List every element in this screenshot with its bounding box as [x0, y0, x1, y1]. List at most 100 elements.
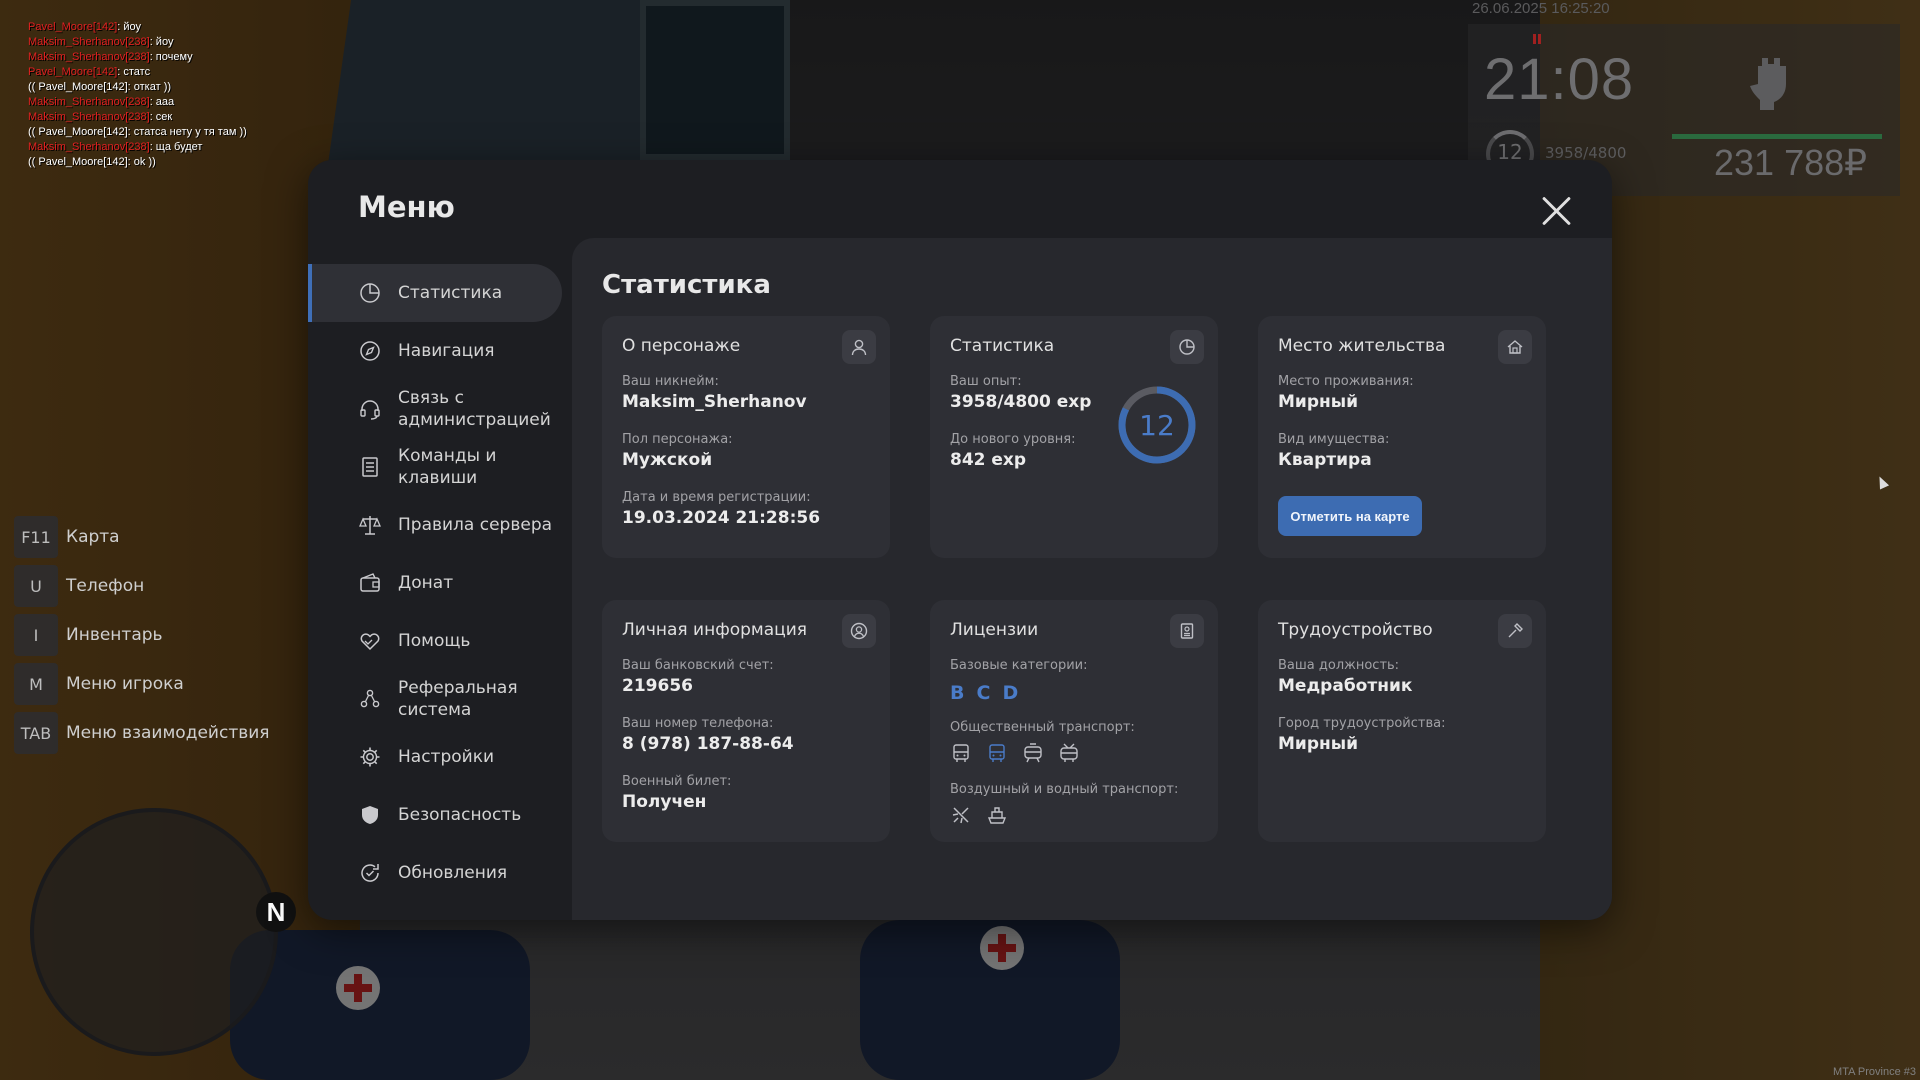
hud-datetime: 26.06.2025 16:25:20: [1472, 0, 1610, 17]
sidebar-item-label: Связь с администрацией: [398, 388, 551, 430]
chat-message: : йоу: [117, 21, 142, 33]
key-hints: F11 Карта U Телефон I Инвентарь M Меню игро…: [14, 516, 270, 761]
wallet-icon: [360, 573, 380, 592]
close-button[interactable]: [1540, 194, 1574, 228]
next-level-value: 842 exp: [950, 450, 1027, 470]
license-category: B: [950, 682, 965, 704]
key-cap: I: [14, 614, 58, 656]
card-stats: Статистика Ваш опыт: 3958/4800 exp До но…: [930, 316, 1218, 558]
job-city-value: Мирный: [1278, 734, 1359, 754]
chat-log: Pavel_Moore[142]: йоу Maksim_Sherhanov[23…: [28, 20, 247, 170]
compass-icon: [360, 341, 380, 361]
residence-value: Мирный: [1278, 392, 1359, 412]
key-label: Телефон: [66, 576, 145, 596]
chat-line: (( Pavel_Moore[142]: статса нету у тя та…: [28, 125, 247, 140]
heart-hands-icon: [360, 633, 380, 651]
card-residence: Место жительства Место проживания: Мирны…: [1258, 316, 1546, 558]
sidebar-item[interactable]: Связь с администрацией: [308, 380, 572, 438]
health-bar: [1672, 134, 1882, 139]
chat-message: : ща будет: [149, 141, 203, 153]
nick-label: Ваш никнейм:: [622, 374, 719, 389]
mark-on-map-button[interactable]: Отметить на карте: [1278, 496, 1422, 536]
job-city-label: Город трудоустройства:: [1278, 716, 1446, 731]
chat-message: : почему: [149, 51, 193, 63]
sidebar-item[interactable]: Команды и клавиши: [308, 438, 572, 496]
exp-label: Ваш опыт:: [950, 374, 1022, 389]
registration-value: 19.03.2024 21:28:56: [622, 508, 821, 528]
chat-line: Maksim_Sherhanov[238]: йоу: [28, 35, 247, 50]
key-hint: U Телефон: [14, 565, 270, 607]
chat-message: (( Pavel_Moore[142]: ok )): [28, 156, 156, 168]
phone-value: 8 (978) 187-88-64: [622, 734, 794, 754]
sidebar-item-label: Команды и клавиши: [398, 446, 497, 488]
sidebar-item-label: Навигация: [398, 341, 495, 361]
chat-line: Pavel_Moore[142]: йоу: [28, 20, 247, 35]
sidebar-item[interactable]: Навигация: [308, 322, 572, 380]
chat-nick: Maksim_Sherhanov[238]: [28, 51, 150, 63]
house-icon: [1498, 330, 1532, 364]
key-label: Меню взаимодействия: [66, 723, 270, 743]
phone-label: Ваш номер телефона:: [622, 716, 774, 731]
plane-icon: [952, 807, 969, 824]
user-circle-icon: [842, 614, 876, 648]
id-card-icon: [1170, 614, 1204, 648]
hud-money: 231 788₽: [1714, 142, 1868, 183]
key-hint: F11 Карта: [14, 516, 270, 558]
key-label: Инвентарь: [66, 625, 163, 645]
air-water-transport-icons: [950, 804, 1008, 826]
bus-active-icon: [989, 744, 1005, 762]
menu-content: Статистика О персонаже Ваш никнейм: Maks…: [572, 238, 1612, 920]
sidebar-item[interactable]: Помощь: [308, 612, 572, 670]
bank-label: Ваш банковский счет:: [622, 658, 774, 673]
position-label: Ваша должность:: [1278, 658, 1400, 673]
headset-icon: [360, 400, 380, 420]
chat-line: Maksim_Sherhanov[238]: сек: [28, 110, 247, 125]
key-hint: I Инвентарь: [14, 614, 270, 656]
sidebar-item[interactable]: Обновления: [308, 844, 572, 902]
sidebar-item[interactable]: Донат: [308, 554, 572, 612]
sidebar-item-label: Помощь: [398, 631, 471, 651]
chat-message: (( Pavel_Moore[142]: статса нету у тя та…: [28, 126, 247, 138]
sidebar-item[interactable]: Настройки: [308, 728, 572, 786]
card-title: Статистика: [950, 336, 1055, 356]
user-icon: [842, 330, 876, 364]
chat-message: : сек: [149, 111, 173, 123]
chat-message: : йоу: [149, 36, 174, 48]
chat-nick: Maksim_Sherhanov[238]: [28, 141, 150, 153]
license-category: C: [976, 682, 991, 704]
key-hint: M Меню игрока: [14, 663, 270, 705]
gender-label: Пол персонажа:: [622, 432, 733, 447]
chat-nick: Maksim_Sherhanov[238]: [28, 111, 150, 123]
pie-chart-icon: [360, 283, 380, 303]
license-categories: B C D: [950, 682, 1018, 704]
sidebar-item[interactable]: Безопасность: [308, 786, 572, 844]
refresh-check-icon: [361, 864, 379, 882]
sidebar-item-label: Реферальная система: [398, 678, 518, 720]
military-label: Военный билет:: [622, 774, 732, 789]
key-label: Карта: [66, 527, 120, 547]
next-level-label: До нового уровня:: [950, 432, 1076, 447]
trolleybus-icon: [1060, 743, 1078, 762]
sidebar-item[interactable]: Статистика: [308, 264, 562, 322]
player-menu: Меню Статистика Навигация Связь с админи…: [308, 160, 1612, 920]
public-transport-icons: [950, 742, 1080, 764]
bus-icon: [953, 744, 969, 762]
base-categories-label: Базовые категории:: [950, 658, 1088, 673]
chat-message: : ааа: [149, 96, 175, 108]
card-character: О персонаже Ваш никнейм: Maksim_Sherhano…: [602, 316, 890, 558]
document-list-icon: [362, 457, 378, 477]
key-cap: TAB: [14, 712, 58, 754]
position-value: Медработник: [1278, 676, 1413, 696]
chat-line: (( Pavel_Moore[142]: откат )): [28, 80, 247, 95]
sidebar-item[interactable]: Правила сервера: [308, 496, 572, 554]
bank-value: 219656: [622, 676, 693, 696]
key-cap: F11: [14, 516, 58, 558]
card-employment: Трудоустройство Ваша должность: Медработ…: [1258, 600, 1546, 842]
key-cap: M: [14, 663, 58, 705]
sidebar-item[interactable]: Реферальная система: [308, 670, 572, 728]
scales-icon: [359, 516, 381, 535]
chat-message: : статс: [117, 66, 151, 78]
registration-label: Дата и время регистрации:: [622, 490, 811, 505]
chat-message: (( Pavel_Moore[142]: откат )): [28, 81, 172, 93]
exp-value: 3958/4800 exp: [950, 392, 1092, 412]
